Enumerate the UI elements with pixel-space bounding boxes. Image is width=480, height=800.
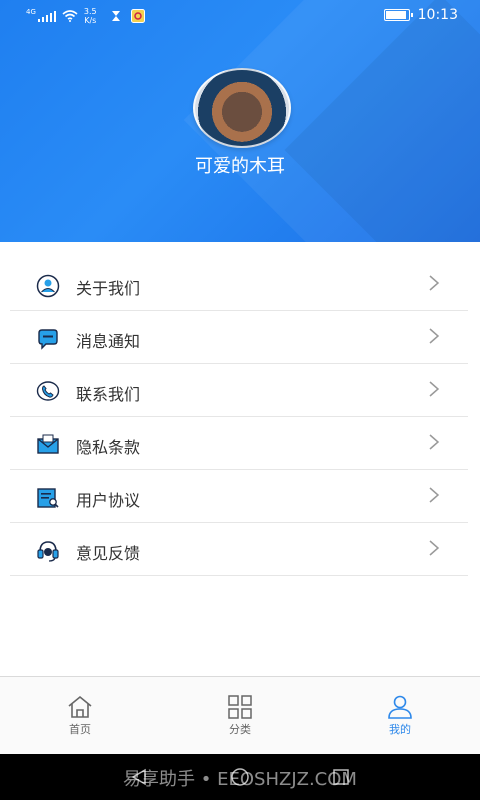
chevron-right-icon bbox=[429, 487, 440, 503]
menu-item-label: 用户协议 bbox=[76, 491, 141, 510]
chevron-right-icon bbox=[429, 540, 440, 556]
clock: 10:13 bbox=[417, 7, 458, 23]
person-circle-icon bbox=[36, 274, 60, 298]
profile-header: 4G 3.5 K/s 10:13 可爱的木耳 bbox=[0, 0, 480, 242]
grid-icon bbox=[228, 695, 252, 719]
menu-item-about-us[interactable]: 关于我们 bbox=[0, 258, 480, 311]
document-icon bbox=[37, 488, 59, 508]
menu-item-notifications[interactable]: 消息通知 bbox=[0, 311, 480, 364]
menu-item-label: 关于我们 bbox=[76, 279, 141, 298]
menu-item-feedback[interactable]: 意见反馈 bbox=[0, 523, 480, 576]
watermark: 易享助手 • EEOSHZJZ.COM bbox=[123, 769, 357, 790]
tab-categories[interactable]: 分类 bbox=[195, 695, 285, 737]
user-icon bbox=[388, 695, 412, 719]
tab-home[interactable]: 首页 bbox=[35, 695, 125, 737]
menu-item-label: 联系我们 bbox=[76, 385, 141, 404]
signal-icon bbox=[37, 10, 56, 22]
status-bar: 4G 3.5 K/s 10:13 bbox=[0, 0, 480, 32]
chat-bubble-icon bbox=[38, 329, 58, 350]
menu-item-label: 消息通知 bbox=[76, 332, 141, 351]
chevron-right-icon bbox=[429, 381, 440, 397]
phone-icon bbox=[36, 381, 60, 401]
battery-icon bbox=[383, 9, 413, 21]
speed-unit: K/s bbox=[84, 16, 97, 25]
tab-profile[interactable]: 我的 bbox=[355, 695, 445, 737]
nickname: 可爱的木耳 bbox=[195, 156, 285, 177]
menu-item-user-agreement[interactable]: 用户协议 bbox=[0, 470, 480, 523]
chevron-right-icon bbox=[429, 434, 440, 450]
hourglass-icon bbox=[111, 11, 120, 21]
system-navigation-bar: 易享助手 • EEOSHZJZ.COM bbox=[0, 754, 480, 800]
mail-icon bbox=[37, 434, 59, 454]
menu-item-contact-us[interactable]: 联系我们 bbox=[0, 364, 480, 417]
network-speed: 3.5 K/s bbox=[84, 7, 97, 25]
menu-item-label: 意见反馈 bbox=[76, 544, 141, 563]
bottom-tab-bar: 首页 分类 我的 bbox=[0, 676, 480, 755]
divider bbox=[10, 575, 468, 576]
menu-item-label: 隐私条款 bbox=[76, 438, 141, 457]
chevron-right-icon bbox=[429, 328, 440, 344]
speed-value: 3.5 bbox=[83, 7, 97, 16]
tab-label: 首页 bbox=[69, 723, 91, 736]
tab-label: 分类 bbox=[229, 723, 251, 736]
network-label: 4G bbox=[26, 8, 36, 16]
settings-menu: 关于我们 消息通知 联系我们 隐私条款 用户协议 意见反馈 bbox=[0, 258, 480, 576]
home-icon bbox=[68, 695, 92, 718]
menu-item-privacy-policy[interactable]: 隐私条款 bbox=[0, 417, 480, 470]
headset-icon bbox=[37, 541, 59, 562]
wifi-icon bbox=[62, 10, 78, 22]
avatar[interactable] bbox=[193, 68, 291, 148]
chevron-right-icon bbox=[429, 275, 440, 291]
app-notification-icon bbox=[130, 9, 145, 23]
tab-label: 我的 bbox=[389, 723, 411, 736]
